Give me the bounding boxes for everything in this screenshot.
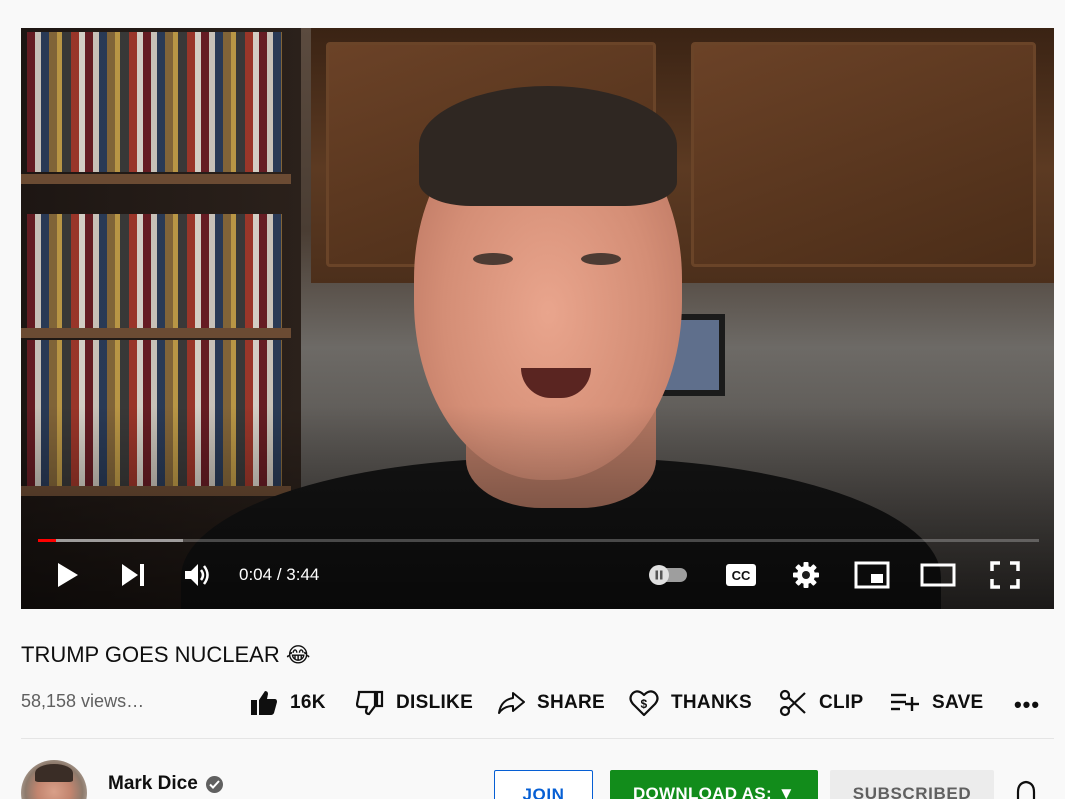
theater-mode-button[interactable]: [919, 558, 957, 592]
save-button[interactable]: SAVE: [890, 685, 984, 721]
autoplay-toggle[interactable]: [645, 561, 693, 589]
clip-label: CLIP: [819, 692, 864, 713]
dropdown-caret-icon: ▼: [777, 784, 796, 799]
progress-bar[interactable]: [38, 539, 1039, 542]
autoplay-toggle-icon: [649, 565, 687, 585]
captions-button[interactable]: CC: [723, 561, 759, 589]
next-button[interactable]: [116, 558, 150, 592]
divider: [21, 738, 1054, 739]
share-label: SHARE: [537, 692, 606, 713]
duration: 3:44: [286, 565, 320, 584]
fullscreen-button[interactable]: [987, 558, 1023, 592]
save-label: SAVE: [932, 692, 984, 713]
download-label: DOWNLOAD AS:: [632, 784, 772, 799]
thanks-label: THANKS: [671, 692, 752, 713]
miniplayer-button[interactable]: [853, 558, 891, 592]
share-icon: [498, 692, 525, 714]
video-frame: [21, 28, 1054, 609]
channel-name[interactable]: Mark Dice: [108, 772, 198, 796]
time-display: 0:04 / 3:44: [239, 565, 320, 584]
join-button[interactable]: JOIN: [494, 770, 593, 799]
thumbs-up-icon: [251, 691, 277, 715]
theater-icon: [920, 563, 956, 587]
more-actions-button[interactable]: •••: [1011, 692, 1043, 717]
subscribed-label: SUBSCRIBED: [852, 784, 972, 799]
current-time: 0:04: [239, 565, 273, 584]
cc-icon: CC: [726, 564, 756, 586]
video-title-text: TRUMP GOES NUCLEAR: [21, 642, 280, 667]
join-label: JOIN: [522, 785, 565, 799]
play-button[interactable]: [51, 558, 85, 592]
laughing-emoji: 😂: [285, 644, 311, 667]
svg-text:CC: CC: [732, 568, 751, 583]
dislike-button[interactable]: DISLIKE: [356, 685, 473, 721]
next-icon: [122, 564, 144, 586]
like-count: 16K: [290, 692, 326, 713]
notification-bell-button[interactable]: [1012, 780, 1040, 799]
bell-icon: [1016, 780, 1036, 799]
thumbs-down-icon: [356, 690, 384, 716]
progress-loaded: [38, 539, 184, 542]
view-count[interactable]: 58,158 views…: [21, 690, 144, 712]
playlist-add-icon: [891, 693, 919, 711]
like-button[interactable]: 16K: [250, 685, 326, 721]
verified-check-icon: [205, 775, 223, 793]
channel-name-row[interactable]: Mark Dice: [108, 772, 223, 796]
share-button[interactable]: SHARE: [497, 685, 605, 721]
thanks-heart-dollar-icon: $: [629, 690, 659, 717]
svg-text:$: $: [641, 697, 648, 711]
scissors-icon: [779, 689, 806, 717]
progress-played: [38, 539, 56, 542]
play-icon: [58, 563, 78, 587]
settings-button[interactable]: [789, 558, 823, 592]
clip-button[interactable]: CLIP: [779, 685, 863, 721]
channel-avatar[interactable]: [21, 760, 87, 799]
gear-icon: [793, 562, 819, 588]
miniplayer-icon: [854, 561, 890, 589]
thanks-button[interactable]: $ THANKS: [629, 685, 752, 721]
subscribed-button[interactable]: SUBSCRIBED: [830, 770, 994, 799]
fullscreen-icon: [990, 561, 1020, 589]
download-as-button[interactable]: DOWNLOAD AS: ▼: [610, 770, 818, 799]
video-player[interactable]: 0:04 / 3:44 CC: [21, 28, 1054, 609]
volume-icon: [185, 564, 209, 586]
volume-button[interactable]: [181, 558, 215, 592]
dislike-label: DISLIKE: [396, 692, 474, 713]
more-icon: •••: [1013, 692, 1041, 717]
video-title: TRUMP GOES NUCLEAR 😂: [21, 641, 310, 670]
